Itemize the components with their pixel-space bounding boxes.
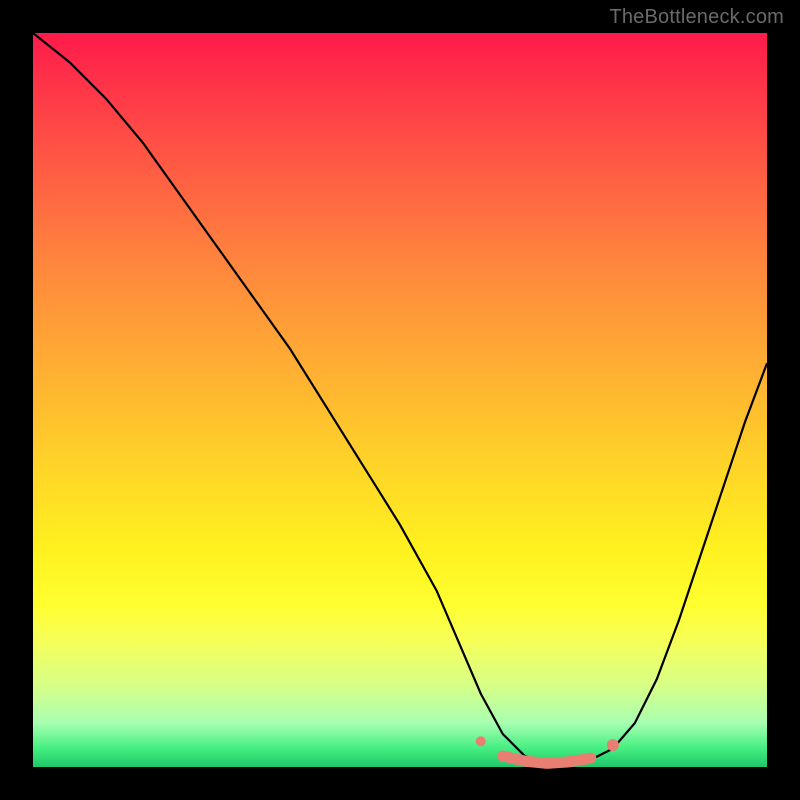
plot-area	[33, 33, 767, 767]
bottleneck-curve	[33, 33, 767, 763]
chart-svg	[33, 33, 767, 767]
chart-container: TheBottleneck.com	[0, 0, 800, 800]
optimal-range-dots	[476, 736, 619, 751]
optimal-range-segment	[503, 756, 591, 763]
watermark-text: TheBottleneck.com	[609, 6, 784, 29]
